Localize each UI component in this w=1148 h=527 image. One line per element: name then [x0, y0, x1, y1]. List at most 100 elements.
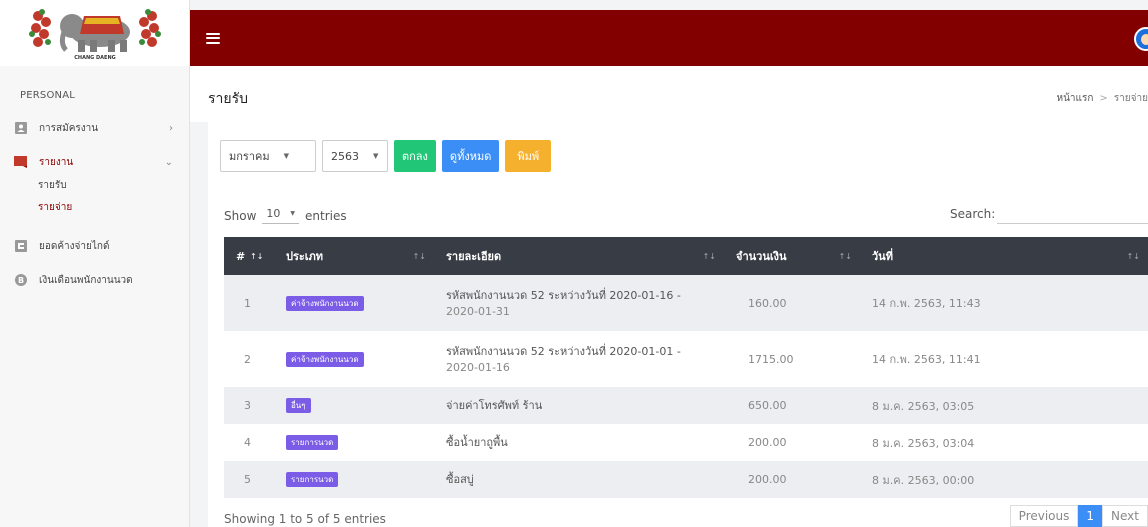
- show-entries: Show 10 ▼ entries: [224, 207, 347, 224]
- page-header: รายรับ หน้าแรก > รายจ่าย: [190, 66, 1148, 122]
- column-header-label: จำนวนเงิน: [736, 250, 787, 263]
- sort-asc-icon: ↑↓: [250, 251, 264, 261]
- row-detail: ซื้อน้ำยาถูพื้น: [446, 435, 508, 449]
- caret-down-icon: ▼: [283, 152, 289, 160]
- show-label: Show: [224, 208, 257, 223]
- table-info: Showing 1 to 5 of 5 entries: [224, 512, 386, 526]
- month-select[interactable]: มกราคม ▼: [220, 140, 316, 172]
- sidebar-item-masseuse-salary[interactable]: B เงินเดือนพนักงานนวด: [0, 267, 189, 293]
- type-badge: อื่นๆ: [286, 398, 311, 413]
- breadcrumb-home-link[interactable]: หน้าแรก: [1057, 93, 1094, 104]
- sort-icon: ↑↓: [412, 251, 426, 261]
- row-amount: 200.00: [748, 473, 787, 486]
- sidebar-item-job-application[interactable]: การสมัครงาน ›: [0, 115, 189, 141]
- column-header-amount[interactable]: จำนวนเงิน ↑↓: [724, 237, 860, 275]
- svg-text:CHANG DAENG: CHANG DAENG: [74, 55, 115, 61]
- table-row: 1 ค่าจ้างพนักงานนวด รหัสพนักงานนวด 52 ระ…: [224, 275, 1148, 331]
- year-select-value: 2563: [331, 149, 359, 163]
- top-bar: [190, 10, 1148, 66]
- sidebar-section-label: PERSONAL: [20, 90, 76, 101]
- column-header-number[interactable]: # ↑↓: [224, 237, 274, 275]
- report-icon: [14, 156, 27, 169]
- month-select-value: มกราคม: [229, 150, 270, 163]
- row-amount: 1715.00: [748, 352, 794, 366]
- column-header-detail[interactable]: รายละเอียด ↑↓: [434, 237, 724, 275]
- pagination: Previous 1 Next: [1009, 505, 1148, 527]
- table-header: # ↑↓ ประเภท ↑↓ รายละเอียด ↑↓ จำนวนเงิน ↑↓ วั…: [224, 237, 1148, 275]
- row-date: 8 ม.ค. 2563, 00:00: [872, 473, 975, 487]
- elephant-logo-icon: CHANG DAENG: [28, 9, 161, 61]
- sidebar-item-label: เงินเดือนพนักงานนวด: [39, 274, 133, 286]
- page-title: รายรับ: [208, 91, 248, 107]
- breadcrumb-separator: >: [1099, 93, 1108, 104]
- print-button[interactable]: พิมพ์: [505, 140, 552, 172]
- column-header-label: ประเภท: [286, 250, 324, 263]
- sidebar-subitem-expense[interactable]: รายจ่าย: [0, 197, 189, 219]
- sort-icon: ↑↓: [838, 251, 852, 261]
- type-badge: ค่าจ้างพนักงานนวด: [286, 351, 364, 367]
- user-avatar[interactable]: [1134, 27, 1148, 51]
- previous-page-button[interactable]: Previous: [1009, 505, 1079, 527]
- row-number: 4: [244, 436, 251, 449]
- sidebar-item-label: ยอดค้างจ่ายไกด์: [39, 240, 110, 252]
- chevron-right-icon: ›: [169, 122, 173, 134]
- entries-label: entries: [305, 208, 347, 223]
- year-select[interactable]: 2563 ▼: [322, 140, 388, 172]
- logo[interactable]: CHANG DAENG: [20, 4, 170, 62]
- next-page-button[interactable]: Next: [1102, 505, 1148, 527]
- sidebar-item-label: การสมัครงาน: [39, 122, 99, 134]
- column-header-label: #: [236, 249, 246, 263]
- expense-table: # ↑↓ ประเภท ↑↓ รายละเอียด ↑↓ จำนวนเงิน ↑↓ วั…: [224, 237, 1148, 498]
- search-label: Search:: [950, 207, 996, 221]
- column-header-label: วันที่: [872, 250, 893, 263]
- column-header-type[interactable]: ประเภท ↑↓: [274, 237, 434, 275]
- table-row: 4 รายการนวด ซื้อน้ำยาถูพื้น 200.00 8 ม.ค…: [224, 424, 1148, 461]
- column-header-label: รายละเอียด: [446, 250, 502, 263]
- row-amount: 650.00: [748, 399, 787, 412]
- row-number: 3: [244, 399, 251, 412]
- row-detail: ซื้อสบู่: [446, 472, 474, 486]
- column-header-date[interactable]: วันที่ ↑↓: [860, 237, 1148, 275]
- sort-icon: ↑↓: [1126, 251, 1140, 261]
- row-number: 1: [244, 296, 251, 310]
- type-badge: รายการนวด: [286, 435, 339, 450]
- table-row: 5 รายการนวด ซื้อสบู่ 200.00 8 ม.ค. 2563,…: [224, 461, 1148, 498]
- row-date: 14 ก.พ. 2563, 11:43: [872, 297, 981, 310]
- hamburger-menu-icon[interactable]: [206, 32, 220, 44]
- logo-area: CHANG DAENG: [0, 0, 189, 66]
- row-number: 5: [244, 473, 251, 486]
- row-amount: 160.00: [748, 296, 787, 310]
- user-card-icon: [14, 122, 27, 135]
- svg-text:B: B: [17, 276, 23, 285]
- filter-bar: มกราคม ▼ 2563 ▼ ตกลง ดูทั้งหมด พิมพ์: [220, 140, 557, 172]
- row-date: 8 ม.ค. 2563, 03:04: [872, 436, 975, 450]
- caret-down-icon: ▼: [373, 152, 379, 160]
- row-detail: จ่ายค่าโทรศัพท์ ร้าน: [446, 398, 543, 412]
- caret-down-icon: ▼: [290, 210, 296, 217]
- breadcrumb: หน้าแรก > รายจ่าย: [1057, 91, 1148, 106]
- row-detail: รหัสพนักงานนวด 52 ระหว่างวันที่ 2020-01-…: [446, 289, 681, 302]
- chevron-down-icon: ⌄: [164, 156, 173, 168]
- row-date: 8 ม.ค. 2563, 03:05: [872, 399, 975, 413]
- table-row: 2 ค่าจ้างพนักงานนวด รหัสพนักงานนวด 52 ระ…: [224, 331, 1148, 387]
- entries-length-select[interactable]: 10 ▼: [262, 207, 300, 224]
- sidebar-item-reports[interactable]: รายงาน ⌄: [0, 149, 189, 175]
- view-all-button[interactable]: ดูทั้งหมด: [441, 140, 500, 172]
- wallet-icon: [14, 240, 27, 253]
- sidebar-item-guide-outstanding[interactable]: ยอดค้างจ่ายไกด์: [0, 233, 189, 259]
- row-detail-cont: 2020-01-16: [446, 361, 510, 374]
- row-amount: 200.00: [748, 436, 787, 449]
- entries-length-value: 10: [266, 207, 281, 220]
- sort-icon: ↑↓: [702, 251, 716, 261]
- search-input[interactable]: [997, 204, 1148, 224]
- bitcoin-icon: B: [14, 274, 27, 287]
- row-detail-cont: 2020-01-31: [446, 305, 510, 318]
- type-badge: ค่าจ้างพนักงานนวด: [286, 295, 364, 311]
- page-1-button[interactable]: 1: [1078, 505, 1103, 527]
- sidebar-subitem-income[interactable]: รายรับ: [0, 175, 189, 197]
- sidebar-menu: การสมัครงาน › รายงาน ⌄ รายรับ รายจ่าย ยอ…: [0, 115, 189, 293]
- table-row: 3 อื่นๆ จ่ายค่าโทรศัพท์ ร้าน 650.00 8 ม.…: [224, 387, 1148, 424]
- content-card: มกราคม ▼ 2563 ▼ ตกลง ดูทั้งหมด พิมพ์ Sho…: [208, 122, 1148, 527]
- row-detail: รหัสพนักงานนวด 52 ระหว่างวันที่ 2020-01-…: [446, 345, 681, 358]
- ok-button[interactable]: ตกลง: [394, 140, 436, 172]
